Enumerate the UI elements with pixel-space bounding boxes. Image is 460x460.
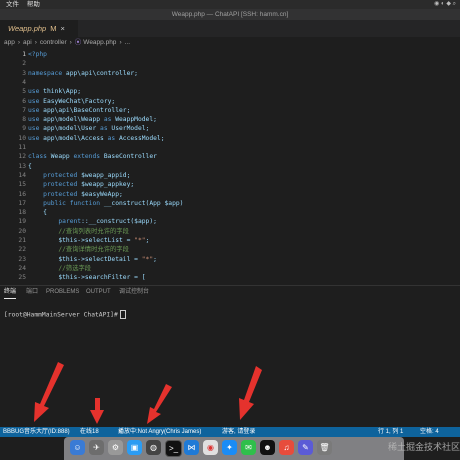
dock: ☺ ✈ ⚙ ▣ ◍ >_ ⋈ ◉ ✦ ✉ ☻ ♫ ✎ 🗑 <box>64 437 404 460</box>
settings-icon[interactable]: ⚙ <box>108 440 123 455</box>
activity-icon[interactable]: ◍ <box>146 440 161 455</box>
notes-icon[interactable]: ✎ <box>298 440 313 455</box>
terminal-app-icon[interactable]: >_ <box>165 440 182 457</box>
trash-icon[interactable]: 🗑 <box>317 440 332 455</box>
preview-icon[interactable]: ▣ <box>127 440 142 455</box>
chrome-icon[interactable]: ◉ <box>203 440 218 455</box>
vscode-icon[interactable]: ⋈ <box>184 440 199 455</box>
red-arrow-2 <box>90 398 104 424</box>
red-arrow-4 <box>239 366 262 420</box>
annotation-arrows <box>34 362 262 424</box>
qq-icon[interactable]: ☻ <box>260 440 275 455</box>
wechat-icon[interactable]: ✉ <box>241 440 256 455</box>
safari-icon[interactable]: ✦ <box>222 440 237 455</box>
launchpad-icon[interactable]: ✈ <box>89 440 104 455</box>
red-arrow-1 <box>34 362 64 422</box>
red-arrow-3 <box>147 384 172 424</box>
finder-icon[interactable]: ☺ <box>70 440 85 455</box>
music-app-icon[interactable]: ♫ <box>279 440 294 455</box>
watermark: 稀土掘金技术社区 <box>388 442 460 452</box>
